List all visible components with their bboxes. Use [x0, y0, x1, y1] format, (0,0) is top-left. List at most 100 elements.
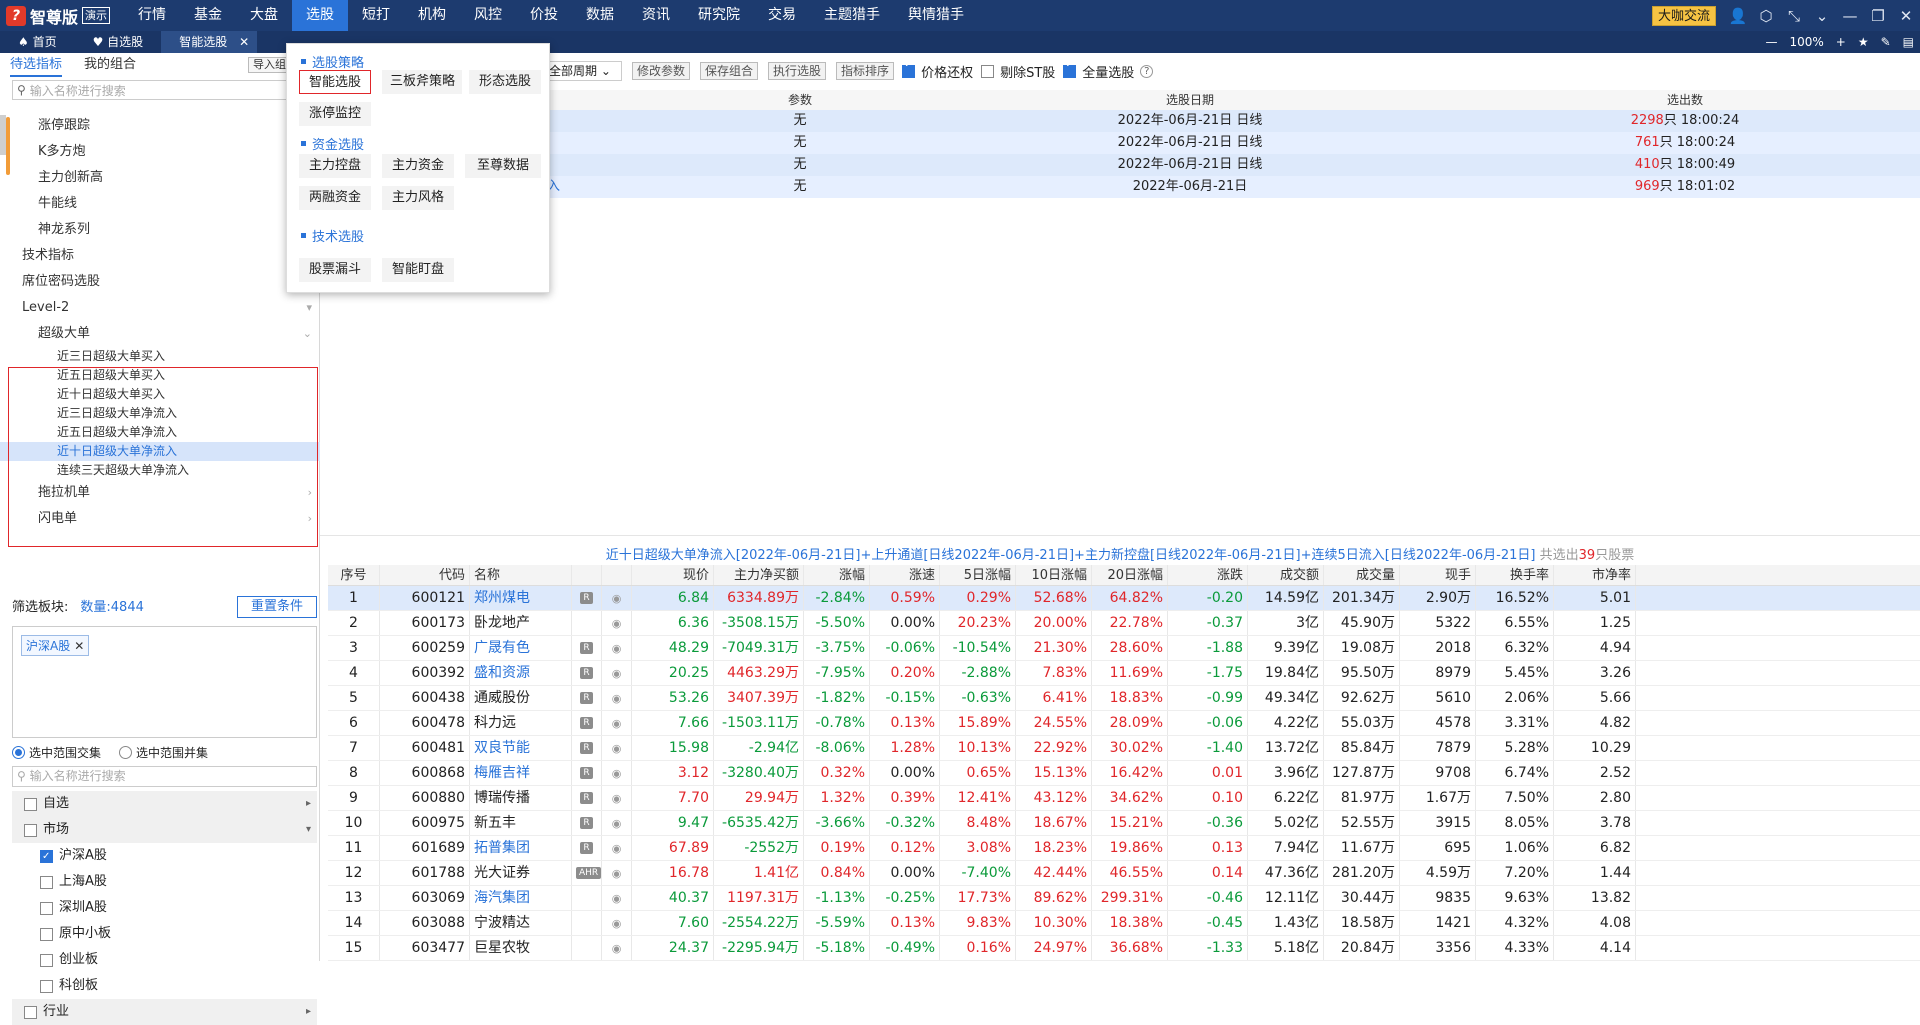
indicator-row[interactable]: 连续5日流入无2022年-06月-21日 日线410只 18:00:49	[320, 154, 1920, 176]
dd-smart-watch[interactable]: 智能盯盘	[382, 258, 454, 282]
tab-my-combo[interactable]: 我的组合	[84, 53, 136, 77]
board-tag[interactable]: 沪深A股 ✕	[21, 635, 90, 656]
tab-close-icon[interactable]: ✕	[239, 31, 249, 53]
expand-arrow-icon[interactable]: ⌄	[303, 321, 312, 347]
eye-icon[interactable]: ◉	[612, 842, 622, 855]
remove-st-check[interactable]: 剔除ST股	[981, 62, 1055, 81]
col-header-17[interactable]: 市净率	[1554, 565, 1636, 585]
col-header-4[interactable]	[602, 565, 632, 585]
cell-name[interactable]: 梅雁吉祥	[470, 761, 572, 785]
menu-item-8[interactable]: 数据	[572, 0, 628, 31]
eye-icon[interactable]: ◉	[612, 617, 622, 630]
col-count[interactable]: 选出数	[1450, 90, 1920, 110]
expand-arrow-icon[interactable]: ▸	[306, 791, 311, 817]
dd-three-axe[interactable]: 三板斧策略	[382, 70, 462, 94]
dropdown-icon[interactable]: ⌄	[1808, 0, 1836, 31]
modify-params-button[interactable]: 修改参数	[632, 62, 691, 80]
menu-item-5[interactable]: 机构	[404, 0, 460, 31]
col-header-5[interactable]: 现价	[632, 565, 714, 585]
zoom-out-icon[interactable]: —	[1765, 35, 1777, 49]
col-header-9[interactable]: 5日涨幅	[940, 565, 1016, 585]
tree-item[interactable]: 近三日超级大单买入	[0, 347, 320, 366]
stock-row[interactable]: 13 603069 海汽集团 ◉ 40.37 1197.31万 -1.13% -0.25% 17…	[328, 886, 1920, 911]
stock-row[interactable]: 15 603477 巨星农牧 ◉ 24.37 -2295.94万 -5.18% -0.49% 0…	[328, 936, 1920, 961]
cell-eye[interactable]: ◉	[602, 586, 632, 610]
tab-smart-select[interactable]: 智能选股 ✕	[161, 31, 258, 53]
cell-eye[interactable]: ◉	[602, 736, 632, 760]
menu-item-3[interactable]: 选股	[292, 0, 349, 31]
cell-name[interactable]: 科力远	[470, 711, 572, 735]
eye-icon[interactable]: ◉	[612, 692, 622, 705]
expand-arrow-icon[interactable]: ▸	[306, 999, 311, 1025]
stock-row[interactable]: 8 600868 梅雁吉祥 R ◉ 3.12 -3280.40万 0.32% 0.00% 0.65…	[328, 761, 1920, 786]
layout-icon[interactable]: ▤	[1903, 35, 1914, 49]
minimize-icon[interactable]: —	[1836, 0, 1864, 31]
tag-close-icon[interactable]: ✕	[74, 639, 84, 653]
expand-arrow-icon[interactable]: ▾	[306, 817, 311, 843]
stock-row[interactable]: 12 601788 光大证券 AHR ◉ 16.78 1.41亿 0.84% 0.00% -7.4…	[328, 861, 1920, 886]
tab-home[interactable]: ♠ 首页	[0, 31, 75, 53]
col-header-12[interactable]: 涨跌	[1168, 565, 1248, 585]
dd-main-control[interactable]: 主力控盘	[299, 154, 371, 178]
board-search-input[interactable]: ⚲ 输入名称进行搜索	[12, 766, 317, 787]
stock-row[interactable]: 1 600121 郑州煤电 R ◉ 6.84 6334.89万 -2.84% 0.59% 0.29…	[328, 586, 1920, 611]
stock-row[interactable]: 9 600880 博瑞传播 R ◉ 7.70 29.94万 1.32% 0.39% 12.41% 4…	[328, 786, 1920, 811]
col-header-6[interactable]: 主力净买额	[714, 565, 804, 585]
cell-name[interactable]: 盛和资源	[470, 661, 572, 685]
close-icon[interactable]: ✕	[1892, 0, 1920, 31]
market-checkbox[interactable]	[24, 1005, 37, 1019]
tree-item[interactable]: 技术指标▸	[0, 243, 320, 269]
restore-icon[interactable]: ❐	[1864, 0, 1892, 31]
cell-name[interactable]: 拓普集团	[470, 836, 572, 860]
full-select-checkbox[interactable]	[1063, 59, 1077, 78]
expand-arrow-icon[interactable]: ▾	[306, 295, 312, 321]
eye-icon[interactable]: ◉	[612, 942, 622, 955]
eye-icon[interactable]: ◉	[612, 892, 622, 905]
menu-item-12[interactable]: 主题猎手	[810, 0, 894, 31]
market-item[interactable]: 深圳A股	[12, 895, 317, 921]
dd-stock-funnel[interactable]: 股票漏斗	[299, 258, 371, 282]
menu-item-7[interactable]: 价投	[516, 0, 572, 31]
menu-item-10[interactable]: 研究院	[684, 0, 754, 31]
eye-icon[interactable]: ◉	[612, 742, 622, 755]
menu-item-9[interactable]: 资讯	[628, 0, 684, 31]
stock-row[interactable]: 6 600478 科力远 R ◉ 7.66 -1503.11万 -0.78% 0.13% 15.8…	[328, 711, 1920, 736]
full-select-check[interactable]: 全量选股	[1063, 59, 1134, 81]
stock-row[interactable]: 11 601689 拓普集团 R ◉ 67.89 -2552万 0.19% 0.12% 3.08%…	[328, 836, 1920, 861]
market-checkbox[interactable]	[24, 823, 37, 837]
menu-item-0[interactable]: 行情	[124, 0, 180, 31]
col-header-7[interactable]: 涨幅	[804, 565, 870, 585]
cell-eye[interactable]: ◉	[602, 761, 632, 785]
indicator-sort-button[interactable]: 指标排序	[836, 62, 895, 80]
cell-name[interactable]: 宁波精达	[470, 911, 572, 935]
eye-icon[interactable]: ◉	[612, 667, 622, 680]
market-checkbox[interactable]	[40, 979, 53, 993]
save-combo-button[interactable]: 保存组合	[700, 62, 759, 80]
dd-pattern-select[interactable]: 形态选股	[469, 70, 541, 94]
market-checkbox[interactable]	[40, 953, 53, 967]
cell-name[interactable]: 卧龙地产	[470, 611, 572, 635]
indicator-search-input[interactable]: ⚲ 输入名称进行搜索	[12, 80, 309, 100]
market-item[interactable]: 行业 ▸	[12, 999, 317, 1025]
market-checkbox[interactable]	[40, 927, 53, 941]
col-header-8[interactable]: 涨速	[870, 565, 940, 585]
tree-item[interactable]: K多方炮	[0, 139, 320, 165]
menu-item-13[interactable]: 舆情猎手	[894, 0, 978, 31]
cell-name[interactable]: 郑州煤电	[470, 586, 572, 610]
import-button[interactable]: 导入组	[248, 57, 291, 73]
col-header-1[interactable]: 代码	[380, 565, 470, 585]
stock-row[interactable]: 5 600438 通威股份 R ◉ 53.26 3407.39万 -1.82% -0.15% -0…	[328, 686, 1920, 711]
reset-conditions-button[interactable]: 重置条件	[237, 596, 317, 618]
market-item[interactable]: 原中小板	[12, 921, 317, 947]
cell-name[interactable]: 光大证券	[470, 861, 572, 885]
period-select[interactable]: 全部周期 ⌄	[544, 61, 622, 81]
dd-smart-select[interactable]: 智能选股	[299, 70, 371, 94]
eye-icon[interactable]: ◉	[612, 867, 622, 880]
col-header-16[interactable]: 换手率	[1476, 565, 1554, 585]
price-restore-checkbox[interactable]	[902, 59, 916, 78]
intersection-radio[interactable]	[12, 746, 25, 759]
stock-row[interactable]: 10 600975 新五丰 R ◉ 9.47 -6535.42万 -3.66% -0.32% 8.…	[328, 811, 1920, 836]
stock-row[interactable]: 4 600392 盛和资源 R ◉ 20.25 4463.29万 -7.95% 0.20% -2.…	[328, 661, 1920, 686]
star-icon[interactable]: ★	[1858, 35, 1869, 49]
cell-name[interactable]: 双良节能	[470, 736, 572, 760]
